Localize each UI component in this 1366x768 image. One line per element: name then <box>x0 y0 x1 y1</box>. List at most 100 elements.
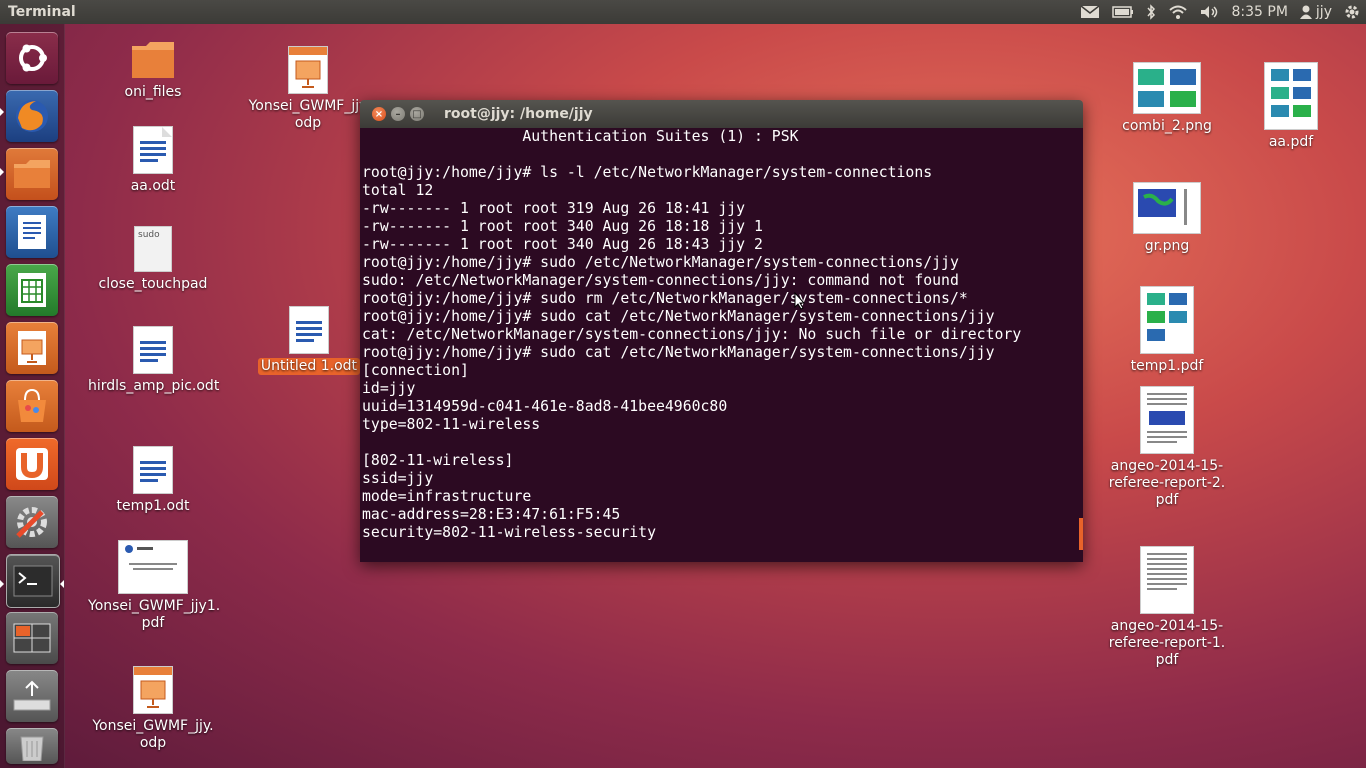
item-label: combi_2.png <box>1122 118 1212 134</box>
desktop-item-yonsei-odp-2[interactable]: Yonsei_GWMF_jjy odp <box>243 46 373 132</box>
terminal-window[interactable]: × – □ root@jjy: /home/jjy Authentication… <box>360 100 1083 562</box>
terminal-line: id=jjy <box>362 380 416 397</box>
desktop-item-aa-odt[interactable]: aa.odt <box>88 126 218 195</box>
document-icon <box>289 306 329 354</box>
terminal-line: [connection] <box>362 362 469 379</box>
window-titlebar[interactable]: × – □ root@jjy: /home/jjy <box>360 100 1083 128</box>
terminal-line: uuid=1314959d-c041-461e-8ad8-41bee4960c8… <box>362 398 728 415</box>
battery-icon[interactable] <box>1111 6 1134 18</box>
item-label: Yonsei_GWMF_jjy1. pdf <box>88 598 221 631</box>
desktop-item-combi[interactable]: combi_2.png <box>1102 62 1232 135</box>
trash-icon[interactable] <box>6 728 58 764</box>
pdf-thumbnail-icon <box>1140 386 1194 454</box>
terminal-line: -rw------- 1 root root 340 Aug 26 18:43 … <box>362 236 763 253</box>
item-label: angeo-2014-15- referee-report-1. pdf <box>1108 618 1226 668</box>
desktop-item-yonsei-pdf[interactable]: Yonsei_GWMF_jjy1. pdf <box>88 540 221 632</box>
terminal-line: type=802-11-wireless <box>362 416 541 433</box>
terminal-line: ssid=jjy <box>362 470 434 487</box>
usb-drive-icon[interactable] <box>6 670 58 722</box>
workspace-switcher-icon[interactable] <box>6 612 58 664</box>
desktop-item-angeo-2[interactable]: angeo-2014-15- referee-report-2. pdf <box>1102 386 1232 509</box>
terminal-line: root@jjy:/home/jjy# sudo cat /etc/Networ… <box>362 344 995 361</box>
terminal-line: mac-address=28:E3:47:61:F5:45 <box>362 506 621 523</box>
image-thumbnail-icon <box>1133 62 1201 114</box>
user-menu[interactable]: jjy <box>1299 4 1332 20</box>
volume-icon[interactable] <box>1200 5 1220 19</box>
firefox-icon[interactable] <box>6 90 58 142</box>
terminal-line: total 12 <box>362 182 434 199</box>
terminal-line: [802-11-wireless] <box>362 452 514 469</box>
item-label: Yonsei_GWMF_jjy odp <box>248 98 368 131</box>
bluetooth-icon[interactable] <box>1146 4 1156 20</box>
document-icon <box>133 126 173 174</box>
terminal-line: root@jjy:/home/jjy# ls -l /etc/NetworkMa… <box>362 164 933 181</box>
gear-icon[interactable] <box>1344 4 1360 20</box>
scrollbar-thumb[interactable] <box>1079 518 1083 550</box>
terminal-line: root@jjy:/home/jjy# sudo /etc/NetworkMan… <box>362 254 959 271</box>
running-indicator <box>0 168 4 176</box>
item-label: gr.png <box>1144 238 1190 254</box>
indicator-area: 8:35 PM jjy <box>1080 0 1361 24</box>
pdf-thumbnail-icon <box>1140 546 1194 614</box>
scrollbar[interactable] <box>1079 128 1083 562</box>
close-icon[interactable]: × <box>372 107 386 121</box>
terminal-line: mode=infrastructure <box>362 488 532 505</box>
item-label: temp1.odt <box>116 498 190 514</box>
window-title: root@jjy: /home/jjy <box>444 106 593 122</box>
terminal-line: security=802-11-wireless-security <box>362 524 656 541</box>
terminal-line: -rw------- 1 root root 319 Aug 26 18:41 … <box>362 200 746 217</box>
running-indicator <box>0 108 4 116</box>
terminal-line: root@jjy:/home/jjy# sudo cat /etc/Networ… <box>362 308 995 325</box>
desktop-item-oni-files[interactable]: oni_files <box>88 40 218 101</box>
desktop-item-temp1-pdf[interactable]: temp1.pdf <box>1102 286 1232 375</box>
app-title: Terminal <box>8 4 76 20</box>
terminal-line: Authentication Suites (1) : PSK <box>362 128 799 145</box>
mouse-pointer-icon <box>794 292 806 310</box>
presentation-icon <box>133 666 173 714</box>
desktop-item-hirdls[interactable]: hirdls_amp_pic.odt <box>88 326 220 395</box>
item-label: angeo-2014-15- referee-report-2. pdf <box>1108 458 1226 508</box>
terminal-line: sudo: /etc/NetworkManager/system-connect… <box>362 272 959 289</box>
top-panel: Terminal 8:35 PM jjy <box>0 0 1366 24</box>
minimize-icon[interactable]: – <box>391 107 405 121</box>
terminal-line: -rw------- 1 root root 340 Aug 26 18:18 … <box>362 218 763 235</box>
terminal-icon[interactable] <box>6 554 60 608</box>
pdf-thumbnail-icon <box>1264 62 1318 130</box>
item-label: Yonsei_GWMF_jjy. odp <box>92 718 214 751</box>
desktop-item-aa-pdf[interactable]: aa.pdf <box>1226 62 1356 151</box>
files-icon[interactable] <box>6 148 58 200</box>
terminal-line: cat: /etc/NetworkManager/system-connecti… <box>362 326 1022 343</box>
ubuntu-dash-icon[interactable] <box>6 32 58 84</box>
wifi-icon[interactable] <box>1168 5 1188 19</box>
impress-icon[interactable] <box>6 322 58 374</box>
pdf-thumbnail-icon <box>1140 286 1194 354</box>
user-icon <box>1299 5 1312 19</box>
clock[interactable]: 8:35 PM <box>1232 4 1288 20</box>
folder-icon <box>130 40 176 80</box>
desktop-item-untitled[interactable]: Untitled 1.odt <box>244 306 374 375</box>
presentation-icon <box>288 46 328 94</box>
desktop-item-temp1-odt[interactable]: temp1.odt <box>88 446 218 515</box>
user-name: jjy <box>1315 4 1332 20</box>
document-icon <box>133 446 173 494</box>
maximize-icon[interactable]: □ <box>410 107 424 121</box>
desktop-item-angeo-1[interactable]: angeo-2014-15- referee-report-1. pdf <box>1102 546 1232 669</box>
system-settings-icon[interactable] <box>6 496 58 548</box>
item-label: hirdls_amp_pic.odt <box>88 378 220 394</box>
desktop-item-yonsei-odp[interactable]: Yonsei_GWMF_jjy. odp <box>88 666 218 752</box>
desktop-item-gr[interactable]: gr.png <box>1102 182 1232 255</box>
software-center-icon[interactable] <box>6 380 58 432</box>
mail-icon[interactable] <box>1080 5 1100 19</box>
desktop-item-close-touchpad[interactable]: sudo close_touchpad <box>88 226 218 293</box>
image-thumbnail-icon <box>1133 182 1201 234</box>
item-label-selected: Untitled 1.odt <box>257 358 361 375</box>
calc-icon[interactable] <box>6 264 58 316</box>
item-label: close_touchpad <box>98 276 208 292</box>
item-label: oni_files <box>124 84 182 100</box>
terminal-output[interactable]: Authentication Suites (1) : PSK root@jjy… <box>360 128 1083 562</box>
running-indicator <box>0 580 4 588</box>
writer-icon[interactable] <box>6 206 58 258</box>
ubuntu-one-icon[interactable] <box>6 438 58 490</box>
